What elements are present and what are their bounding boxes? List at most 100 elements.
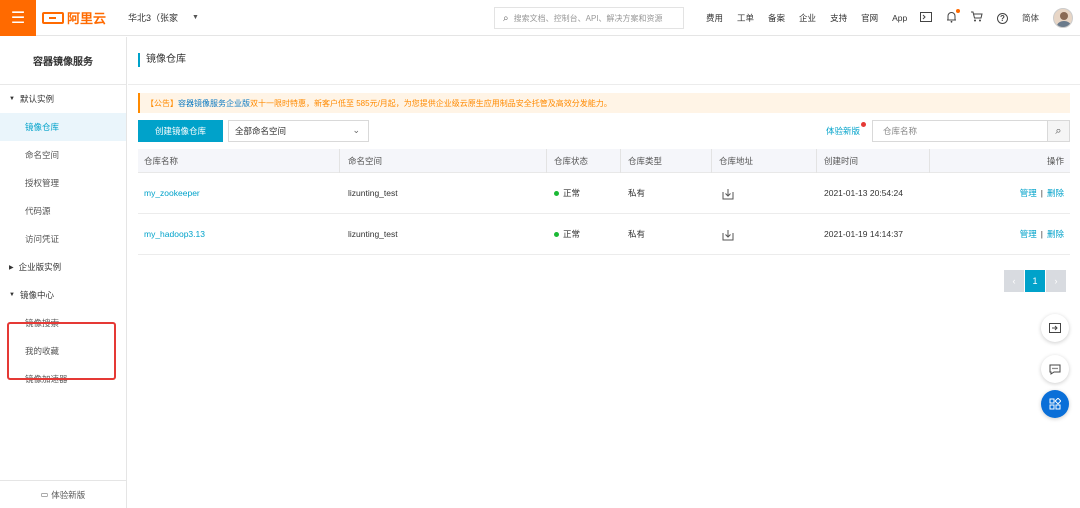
- top-links: 费用 工单 备案 企业 支持 官网 App: [706, 0, 921, 36]
- repo-status: 正常: [554, 214, 580, 255]
- divider: [128, 84, 1080, 85]
- sidebar-group-default-instance[interactable]: ▼ 默认实例: [0, 85, 126, 113]
- search-icon[interactable]: ⌕: [1047, 120, 1070, 142]
- delete-link[interactable]: 删除: [1047, 229, 1064, 239]
- sidebar-group-enterprise-instance[interactable]: ▶ 企业版实例: [0, 253, 126, 281]
- region-selector[interactable]: 华北3（张家 ▼: [128, 11, 199, 24]
- screen-share-icon[interactable]: [1041, 314, 1069, 342]
- download-icon[interactable]: [722, 173, 734, 214]
- column-header-repo-name: 仓库名称: [144, 156, 179, 166]
- manage-link[interactable]: 管理: [1020, 229, 1037, 239]
- help-icon[interactable]: ?: [997, 12, 1008, 24]
- namespace-select[interactable]: 全部命名空间 ⌄: [228, 120, 369, 142]
- page-number-current[interactable]: 1: [1025, 270, 1045, 292]
- sidebar-group-label: 镜像中心: [19, 290, 54, 300]
- status-ok-dot: [554, 191, 559, 197]
- repo-type: 私有: [628, 188, 646, 198]
- action-separator: |: [1040, 188, 1043, 198]
- sidebar-group-label: 企业版实例: [18, 262, 62, 272]
- notice-link[interactable]: 容器镜像服务企业版: [178, 98, 250, 109]
- announcement-banner: 【公告】 容器镜像服务企业版 双十一限时特惠 ，新客户低至 585元/月起，为您…: [138, 93, 1070, 113]
- caret-down-icon: ▼: [9, 96, 15, 102]
- aliyun-logo-mark: [42, 11, 64, 24]
- try-new-version-link[interactable]: ▭ 体验新版: [0, 480, 126, 508]
- sidebar-group-image-center[interactable]: ▼ 镜像中心: [0, 281, 126, 309]
- repo-status-text: 正常: [563, 229, 581, 239]
- top-link-icp[interactable]: 备案: [768, 12, 785, 24]
- sidebar-item-image-search[interactable]: 镜像搜索: [0, 309, 126, 337]
- sidebar-item-image-accelerator[interactable]: 镜像加速器: [0, 365, 126, 393]
- top-link-enterprise[interactable]: 企业: [799, 12, 816, 24]
- hamburger-menu-icon[interactable]: ☰: [0, 0, 36, 36]
- row-actions: 管理 | 删除: [1020, 173, 1064, 214]
- manage-link[interactable]: 管理: [1020, 188, 1037, 198]
- aliyun-logo[interactable]: 阿里云: [42, 8, 106, 27]
- column-header-namespace: 命名空间: [348, 156, 383, 166]
- avatar[interactable]: [1053, 8, 1074, 28]
- create-repository-button[interactable]: 创建镜像仓库: [138, 120, 223, 142]
- repo-namespace: lizunting_test: [348, 188, 398, 198]
- apps-grid-icon[interactable]: [1041, 390, 1069, 418]
- brand-name: 阿里云: [67, 11, 107, 26]
- column-header-created: 创建时间: [824, 156, 859, 166]
- repo-name-link[interactable]: my_hadoop3.13: [144, 214, 205, 255]
- sidebar-item-my-favorites[interactable]: 我的收藏: [0, 337, 126, 365]
- column-divider: [546, 149, 547, 173]
- top-link-official-site[interactable]: 官网: [861, 12, 878, 24]
- sidebar-title: 容器镜像服务: [0, 37, 126, 85]
- prev-page-chevron-left-icon[interactable]: ‹: [1004, 270, 1024, 292]
- notice-prefix: 【公告】: [146, 98, 178, 108]
- repo-search-input[interactable]: 仓库名称: [872, 120, 1048, 142]
- download-icon[interactable]: [722, 214, 734, 255]
- bell-icon[interactable]: [946, 8, 960, 26]
- repo-type: 私有: [628, 229, 646, 239]
- table-header: 仓库名称 命名空间 仓库状态 仓库类型 仓库地址 创建时间 操作: [138, 149, 1070, 173]
- sidebar-group-label: 默认实例: [19, 94, 54, 104]
- sidebar-item-code-source[interactable]: 代码源: [0, 197, 126, 225]
- region-label: 华北3（张家: [128, 13, 179, 23]
- main-content: 镜像仓库 【公告】 容器镜像服务企业版 双十一限时特惠 ，新客户低至 585元/…: [128, 37, 1080, 508]
- new-badge-dot: [861, 122, 867, 127]
- sidebar-item-repositories[interactable]: 镜像仓库: [0, 113, 126, 141]
- try-new-version-link[interactable]: 体验新版: [826, 122, 867, 137]
- terminal-icon[interactable]: [920, 11, 932, 25]
- sidebar: 容器镜像服务 ▼ 默认实例 镜像仓库 命名空间 授权管理 代码源 访问凭证 ▶ …: [0, 37, 127, 508]
- column-divider: [816, 149, 817, 173]
- repository-table: 仓库名称 命名空间 仓库状态 仓库类型 仓库地址 创建时间 操作 my_zook…: [138, 149, 1070, 255]
- top-icons: ? 简体: [920, 0, 1074, 36]
- repo-name-link[interactable]: my_zookeeper: [144, 173, 200, 214]
- language-switch[interactable]: 简体: [1022, 12, 1039, 24]
- chat-icon[interactable]: [1041, 355, 1069, 383]
- next-page-chevron-right-icon[interactable]: ›: [1046, 270, 1066, 292]
- top-link-ticket[interactable]: 工单: [737, 12, 754, 24]
- top-link-fees[interactable]: 费用: [706, 12, 723, 24]
- notification-dot: [956, 8, 960, 13]
- cart-icon[interactable]: [971, 11, 983, 25]
- footer-label: 体验新版: [51, 489, 86, 500]
- page-title: 镜像仓库: [138, 53, 186, 67]
- caret-down-icon: ▼: [192, 14, 199, 21]
- delete-link[interactable]: 删除: [1047, 188, 1064, 198]
- column-header-address: 仓库地址: [719, 156, 754, 166]
- global-search-placeholder: 搜索文档、控制台、API、解决方案和资源: [513, 13, 663, 23]
- top-bar: ☰ 阿里云 华北3（张家 ▼ ⌕ 搜索文档、控制台、API、解决方案和资源 费用…: [0, 0, 1080, 36]
- repo-status: 正常: [554, 173, 580, 214]
- column-header-status: 仓库状态: [554, 156, 589, 166]
- column-header-actions: 操作: [1046, 156, 1064, 166]
- sidebar-item-access-credentials[interactable]: 访问凭证: [0, 225, 126, 253]
- global-search-input[interactable]: ⌕ 搜索文档、控制台、API、解决方案和资源: [494, 7, 684, 29]
- sidebar-item-namespaces[interactable]: 命名空间: [0, 141, 126, 169]
- namespace-select-value: 全部命名空间: [235, 126, 287, 136]
- search-icon: ⌕: [503, 12, 509, 24]
- sidebar-item-authorization[interactable]: 授权管理: [0, 169, 126, 197]
- table-row: my_hadoop3.13 lizunting_test 正常 私有 2021-…: [138, 214, 1070, 255]
- column-divider: [711, 149, 712, 173]
- caret-right-icon: ▶: [9, 264, 14, 271]
- repo-created-time: 2021-01-19 14:14:37: [824, 229, 903, 239]
- action-separator: |: [1040, 229, 1043, 239]
- notice-highlight: 双十一限时特惠: [250, 98, 306, 108]
- top-link-app[interactable]: App: [892, 13, 907, 23]
- notice-text: ，新客户低至 585元/月起，为您提供企业级云原生应用制品安全托管及高效分发能力…: [306, 98, 612, 108]
- column-header-type: 仓库类型: [628, 156, 663, 166]
- top-link-support[interactable]: 支持: [830, 12, 847, 24]
